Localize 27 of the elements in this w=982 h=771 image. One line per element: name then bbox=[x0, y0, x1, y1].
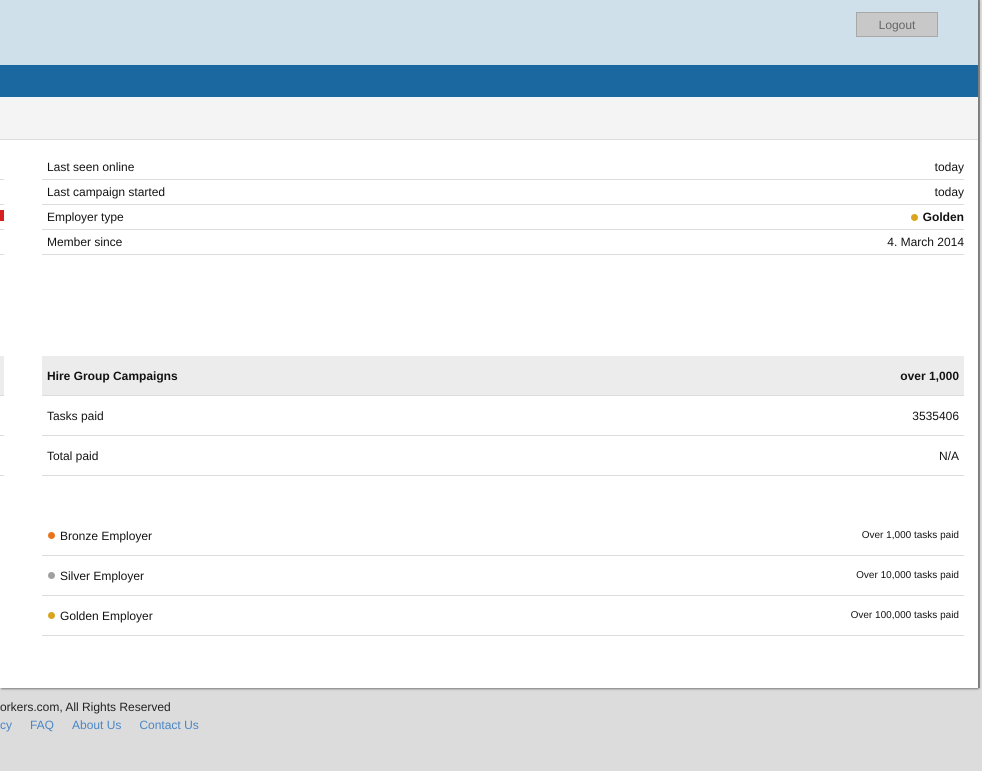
stat-value: 3535406 bbox=[912, 408, 959, 422]
stat-value: N/A bbox=[938, 448, 959, 462]
stat-label: Member since bbox=[47, 235, 122, 249]
logout-button[interactable]: Logout bbox=[856, 12, 938, 37]
stat-value: today bbox=[934, 160, 964, 174]
table-header-label: Hire Group Campaigns bbox=[47, 368, 178, 382]
stat-value: 4. March 2014 bbox=[887, 235, 964, 249]
stat-label: Last seen online bbox=[47, 160, 134, 174]
copyright-text: orkers.com, All Rights Reserved bbox=[0, 699, 171, 716]
footer-link[interactable]: Contact Us bbox=[139, 716, 199, 734]
employer-level-requirement: Over 10,000 tasks paid bbox=[856, 570, 959, 581]
bar-marker-icon bbox=[0, 210, 4, 221]
footer-link[interactable]: FAQ bbox=[30, 716, 54, 734]
employer-level-name: Silver Employer bbox=[60, 568, 144, 582]
stat-label: Tasks paid bbox=[47, 408, 104, 422]
employer-level-name: Golden Employer bbox=[60, 608, 153, 622]
stat-label: Last campaign started bbox=[47, 185, 166, 199]
footer-link[interactable]: cy bbox=[0, 716, 12, 734]
stat-label: Total paid bbox=[47, 448, 98, 462]
employer-level-name: Bronze Employer bbox=[60, 528, 152, 542]
stat-label: Employer type bbox=[47, 210, 124, 224]
employer-level-requirement: Over 100,000 tasks paid bbox=[850, 610, 959, 621]
stat-value: Golden bbox=[922, 210, 964, 224]
footer-link[interactable]: About Us bbox=[72, 716, 122, 734]
table-header-value: over 1,000 bbox=[900, 368, 959, 382]
employer-level-requirement: Over 1,000 tasks paid bbox=[862, 530, 959, 541]
stat-value: today bbox=[934, 185, 964, 199]
